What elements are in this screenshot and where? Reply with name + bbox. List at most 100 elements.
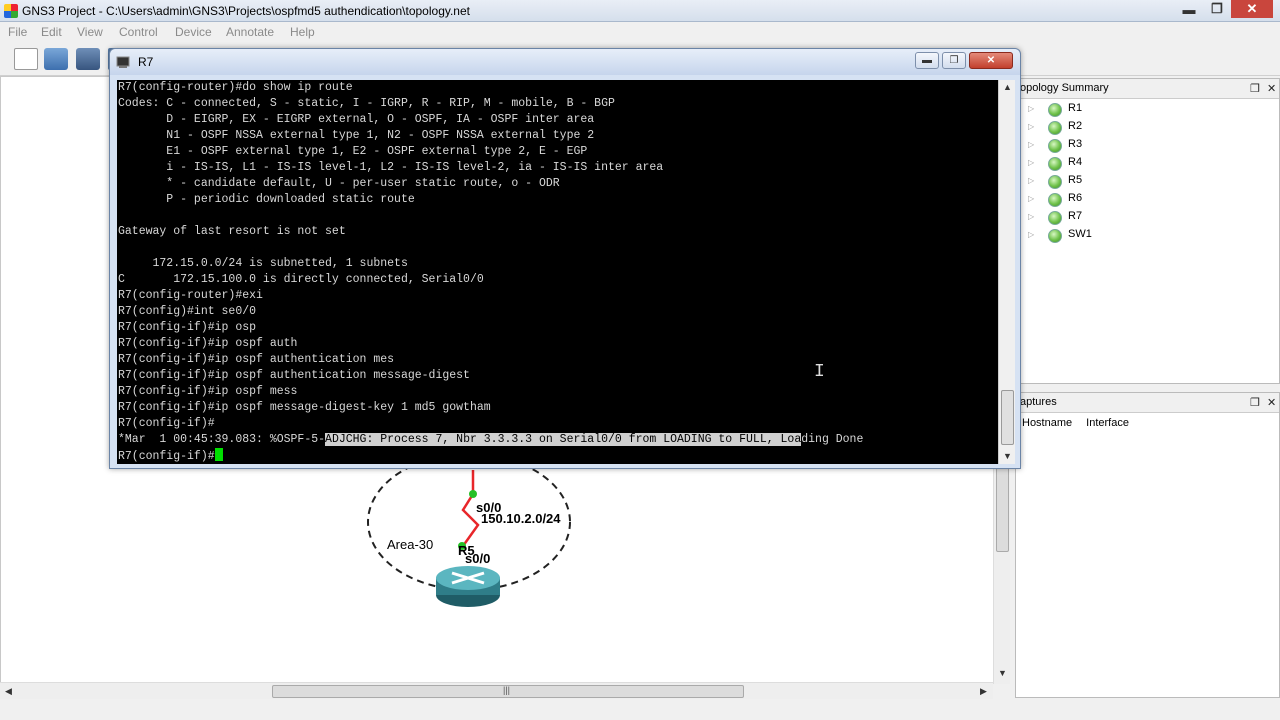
log-selected-text: ADJCHG: Process 7, Nbr 3.3.3.3 on Serial… [325,433,802,446]
area-label: Area-30 [387,537,433,552]
maximize-button[interactable]: ❐ [1203,0,1231,18]
canvas-horizontal-scrollbar[interactable]: ◀ ||| ▶ [0,682,993,699]
terminal-line: Codes: C - connected, S - static, I - IG… [118,97,615,110]
device-label: R1 [1068,102,1083,114]
scroll-up-icon[interactable]: ▲ [1003,82,1012,92]
expand-arrow-icon[interactable]: ▷ [1028,104,1034,113]
captures-panel: aptures ❐ ✕ Hostname Interface [1015,392,1280,698]
scroll-grip-icon: ||| [503,685,511,695]
float-panel-icon[interactable]: ❐ [1250,396,1260,409]
device-status-icon [1048,211,1062,225]
scroll-left-icon[interactable]: ◀ [5,686,12,697]
device-label: R4 [1068,156,1083,168]
terminal-line: R7(config)#int se0/0 [118,305,257,318]
console-maximize-button[interactable]: ❐ [942,52,966,69]
terminal-line: R7(config-if)#ip ospf authentication mes… [118,369,470,382]
log-suffix: ding Done [801,433,864,446]
terminal-line: R7(config-if)#ip osp [118,321,257,334]
terminal-line: C 172.15.100.0 is directly connected, Se… [118,273,484,286]
prompt-text: R7(config-if)# [118,450,215,463]
expand-arrow-icon[interactable]: ▷ [1028,158,1034,167]
expand-arrow-icon[interactable]: ▷ [1028,122,1034,131]
expand-arrow-icon[interactable]: ▷ [1028,194,1034,203]
column-interface[interactable]: Interface [1086,417,1129,429]
terminal-line: R7(config-if)#ip ospf mess [118,385,298,398]
ospf-log-line: *Mar 1 00:45:39.083: %OSPF-5-ADJCHG: Pro… [118,432,863,448]
topology-summary-label: opology Summary [1020,82,1109,94]
horizontal-scroll-thumb[interactable]: ||| [272,685,744,698]
terminal-line: R7(config-router)#exi [118,289,263,302]
column-hostname[interactable]: Hostname [1022,417,1072,429]
router-r5-icon[interactable] [436,566,500,607]
scroll-down-icon[interactable]: ▼ [998,668,1007,678]
terminal-line: R7(config-if)#ip ospf authentication mes [118,353,395,366]
scroll-right-icon[interactable]: ▶ [980,686,987,697]
device-status-icon [1048,103,1062,117]
terminal-output[interactable]: R7(config-router)#do show ip route Codes:… [117,80,998,464]
captures-title: aptures ❐ ✕ [1016,393,1279,413]
terminal-icon [116,56,130,68]
terminal-line: i - IS-IS, L1 - IS-IS level-1, L2 - IS-I… [118,161,664,174]
network-label: 150.10.2.0/24 [481,511,561,526]
device-label: SW1 [1068,228,1092,240]
device-label: R5 [1068,174,1083,186]
prompt-line[interactable]: R7(config-if)# [118,448,223,464]
device-status-icon [1048,175,1062,189]
terminal-line: 172.15.0.0/24 is subnetted, 1 subnets [118,257,408,270]
device-label: R7 [1068,210,1083,222]
captures-label: aptures [1020,396,1057,408]
expand-arrow-icon[interactable]: ▷ [1028,212,1034,221]
device-item-r5[interactable]: ▷ R5 [1024,173,1224,191]
terminal-line: R7(config-router)#do show ip route [118,81,353,94]
terminal-line: E1 - OSPF external type 1, E2 - OSPF ext… [118,145,588,158]
terminal-line: R7(config-if)#ip ospf message-digest-key… [118,401,491,414]
expand-arrow-icon[interactable]: ▷ [1028,230,1034,239]
topology-summary-title: opology Summary ❐ ✕ [1016,79,1279,99]
console-title: R7 [138,55,154,69]
expand-arrow-icon[interactable]: ▷ [1028,140,1034,149]
close-panel-icon[interactable]: ✕ [1267,82,1276,95]
device-status-icon [1048,139,1062,153]
device-status-icon [1048,121,1062,135]
terminal-cursor [214,448,223,461]
console-minimize-button[interactable]: ▬ [915,52,939,69]
device-item-r3[interactable]: ▷ R3 [1024,137,1224,155]
device-status-icon [1048,229,1062,243]
scroll-down-icon[interactable]: ▼ [1003,451,1012,461]
expand-arrow-icon[interactable]: ▷ [1028,176,1034,185]
terminal-scrollbar[interactable]: ▲ ▼ [998,80,1015,464]
captures-table-header: Hostname Interface [1022,417,1129,429]
terminal-line: R7(config-if)# [118,417,215,430]
device-label: R3 [1068,138,1083,150]
device-item-r4[interactable]: ▷ R4 [1024,155,1224,173]
vertical-scroll-thumb[interactable] [996,462,1009,552]
float-panel-icon[interactable]: ❐ [1250,82,1260,95]
terminal-line: Gateway of last resort is not set [118,225,346,238]
minimize-button[interactable]: ▬ [1175,0,1203,18]
device-item-r7[interactable]: ▷ R7 [1024,209,1224,227]
terminal-line: N1 - OSPF NSSA external type 1, N2 - OSP… [118,129,595,142]
link-status-top [469,490,477,498]
terminal-line: P - periodic downloaded static route [118,193,415,206]
device-label: R2 [1068,120,1083,132]
text-cursor-icon: I [814,362,825,382]
device-label: R6 [1068,192,1083,204]
device-item-r2[interactable]: ▷ R2 [1024,119,1224,137]
terminal-line: R7(config-if)#ip ospf auth [118,337,298,350]
terminal-line: D - EIGRP, EX - EIGRP external, O - OSPF… [118,113,595,126]
console-close-button[interactable]: ✕ [969,52,1013,69]
interface-label-bottom: s0/0 [465,551,490,566]
topology-summary-panel: opology Summary ❐ ✕ ▷ R1 ▷ R2 ▷ R3 ▷ R4 ▷ R5 ▷ R6 ▷ R… [1015,78,1280,384]
console-title-bar[interactable]: R7 ▬ ❐ ✕ [110,49,1020,75]
device-item-sw1[interactable]: ▷ SW1 [1024,227,1224,245]
device-status-icon [1048,157,1062,171]
log-prefix: *Mar 1 00:45:39.083: %OSPF-5- [118,433,326,446]
terminal-line: * - candidate default, U - per-user stat… [118,177,560,190]
terminal-scroll-thumb[interactable] [1001,390,1014,445]
close-panel-icon[interactable]: ✕ [1267,396,1276,409]
console-window[interactable]: R7 ▬ ❐ ✕ R7(config-router)#do show ip ro… [109,48,1021,469]
device-item-r1[interactable]: ▷ R1 [1024,101,1224,119]
device-status-icon [1048,193,1062,207]
device-item-r6[interactable]: ▷ R6 [1024,191,1224,209]
close-button[interactable]: ✕ [1231,0,1273,18]
